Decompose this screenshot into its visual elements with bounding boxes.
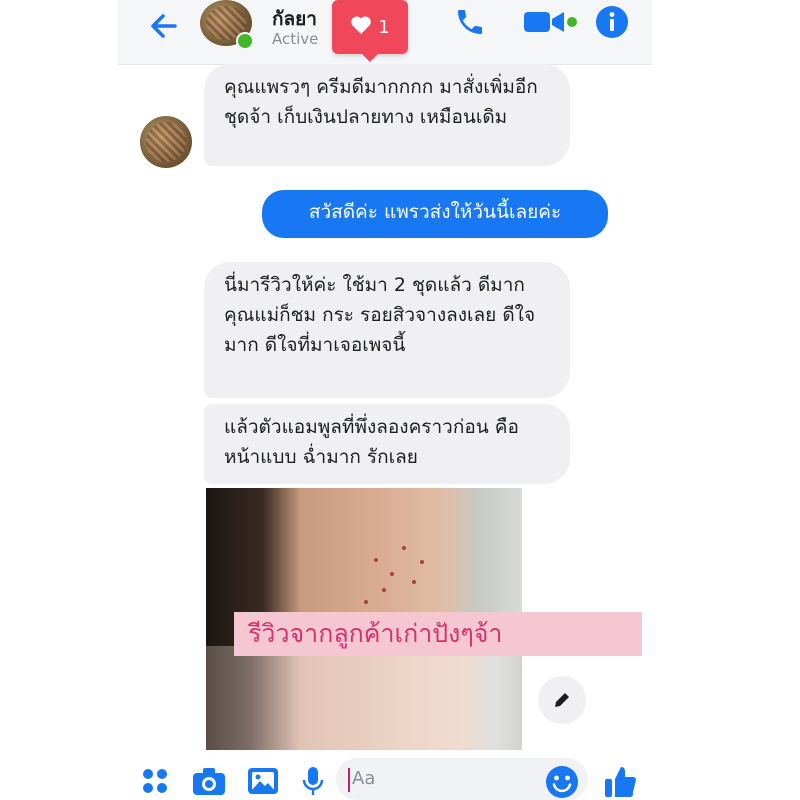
message-placeholder: Aa — [352, 768, 376, 789]
incoming-message[interactable]: คุณแพรวๆ ครีมดีมากกกก มาสั่งเพิ่มอีกชุดจ… — [204, 64, 570, 166]
thumbs-up-icon[interactable] — [600, 762, 640, 800]
active-status: Active — [272, 30, 319, 48]
message-composer: Aa — [118, 752, 652, 800]
sender-avatar[interactable] — [140, 116, 192, 168]
gallery-icon[interactable] — [244, 764, 282, 798]
edit-pencil-icon[interactable] — [538, 676, 586, 724]
microphone-icon[interactable] — [298, 764, 328, 798]
chat-header: กัลยา Active 1 — [118, 0, 652, 65]
like-count: 1 — [378, 16, 390, 38]
heart-icon — [350, 15, 372, 40]
back-arrow-icon[interactable] — [144, 6, 184, 46]
like-notification-badge[interactable]: 1 — [332, 0, 408, 62]
messenger-screen: กัลยา Active 1 คุณแพรวๆ ครีมดีมากกกก มาส… — [118, 0, 652, 800]
text-caret — [348, 768, 350, 792]
after-photo — [206, 646, 522, 750]
apps-grid-icon[interactable] — [138, 764, 172, 798]
info-icon[interactable] — [592, 2, 632, 42]
camera-icon[interactable] — [190, 764, 228, 798]
phone-icon[interactable] — [452, 4, 488, 40]
outgoing-message[interactable]: สวัสดีค่ะ แพรวส่งให้วันนี้เลยค่ะ — [262, 190, 608, 238]
incoming-message[interactable]: แล้วตัวแอมพูลที่พึ่งลองคราวก่อน คือหน้าแ… — [204, 404, 570, 484]
incoming-message[interactable]: นี่มารีวิวให้ค่ะ ใช้มา 2 ชุดแล้ว ดีมาก ค… — [204, 262, 570, 398]
review-caption: รีวิวจากลูกค้าเก่าปังๆจ้า — [234, 612, 642, 656]
emoji-icon[interactable] — [542, 762, 582, 800]
online-indicator — [236, 32, 254, 50]
video-camera-icon[interactable] — [520, 4, 580, 40]
